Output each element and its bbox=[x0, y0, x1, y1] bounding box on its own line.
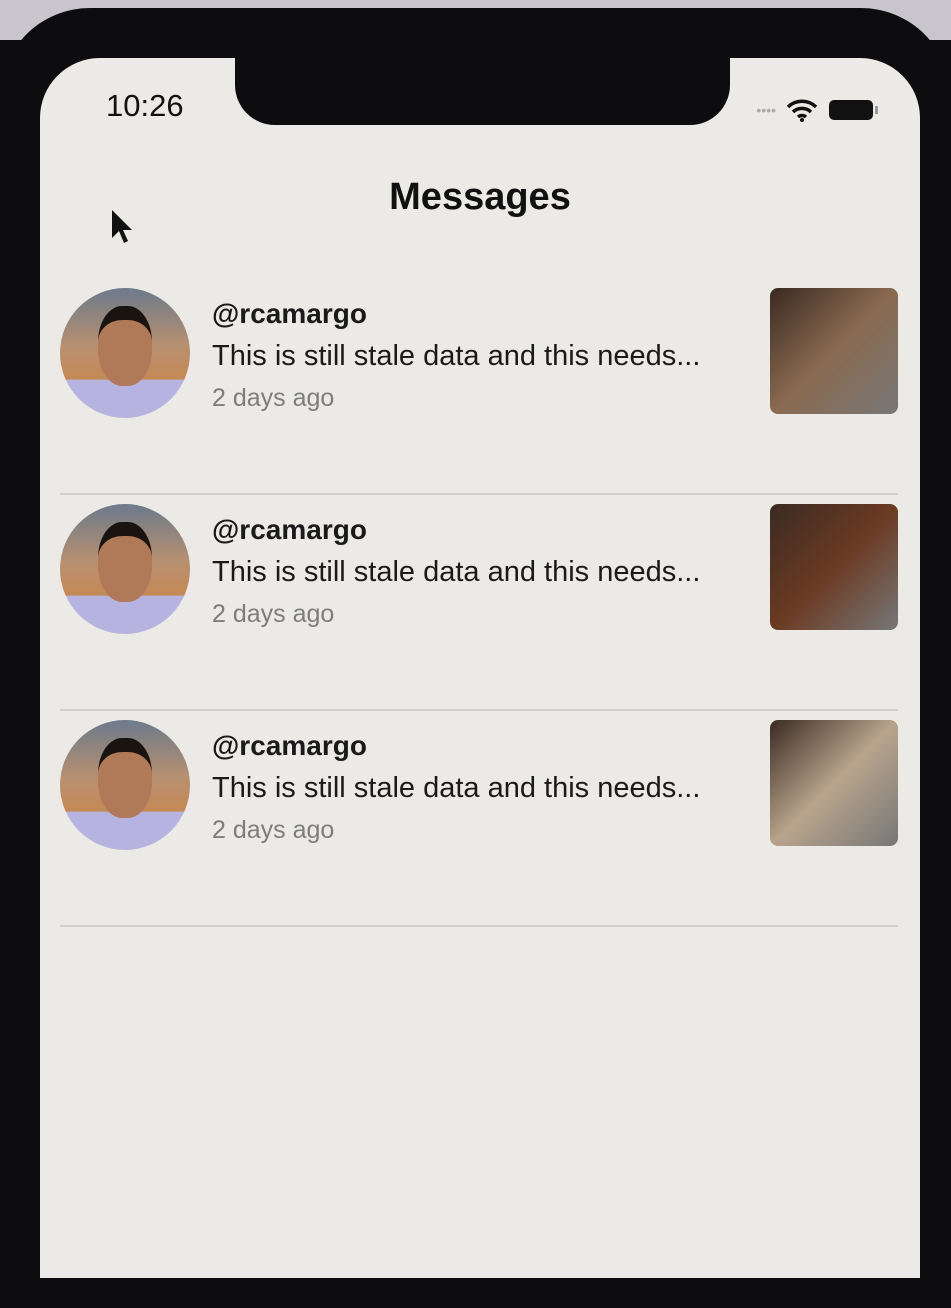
message-preview: This is still stale data and this needs.… bbox=[212, 340, 701, 372]
status-icons: •••• bbox=[756, 98, 880, 122]
avatar-face bbox=[98, 522, 152, 602]
message-row[interactable]: @rcamargo This is still stale data and t… bbox=[60, 494, 898, 711]
message-username: @rcamargo bbox=[212, 514, 367, 545]
screen: 10:26 •••• Messages @rcamargo This is st… bbox=[40, 58, 920, 1278]
message-preview: This is still stale data and this needs.… bbox=[212, 772, 701, 804]
listing-thumbnail[interactable] bbox=[770, 720, 898, 846]
avatar-face bbox=[98, 738, 152, 818]
message-timestamp: 2 days ago bbox=[212, 384, 335, 412]
message-username: @rcamargo bbox=[212, 730, 367, 761]
avatar bbox=[60, 504, 190, 634]
status-time: 10:26 bbox=[106, 88, 184, 123]
listing-thumbnail[interactable] bbox=[770, 288, 898, 414]
message-preview: This is still stale data and this needs.… bbox=[212, 556, 701, 588]
cursor-icon bbox=[112, 210, 132, 243]
message-row[interactable]: @rcamargo This is still stale data and t… bbox=[60, 278, 898, 495]
avatar bbox=[60, 288, 190, 418]
wifi-icon bbox=[786, 99, 818, 122]
page-title: Messages bbox=[389, 176, 571, 218]
avatar bbox=[60, 720, 190, 850]
message-row[interactable]: @rcamargo This is still stale data and t… bbox=[60, 710, 898, 927]
signal-icon: •••• bbox=[756, 102, 776, 118]
battery-icon bbox=[829, 100, 878, 120]
listing-thumbnail[interactable] bbox=[770, 504, 898, 630]
message-timestamp: 2 days ago bbox=[212, 600, 335, 628]
notch bbox=[235, 58, 730, 125]
message-timestamp: 2 days ago bbox=[212, 816, 335, 844]
message-username: @rcamargo bbox=[212, 298, 367, 329]
avatar-face bbox=[98, 306, 152, 386]
